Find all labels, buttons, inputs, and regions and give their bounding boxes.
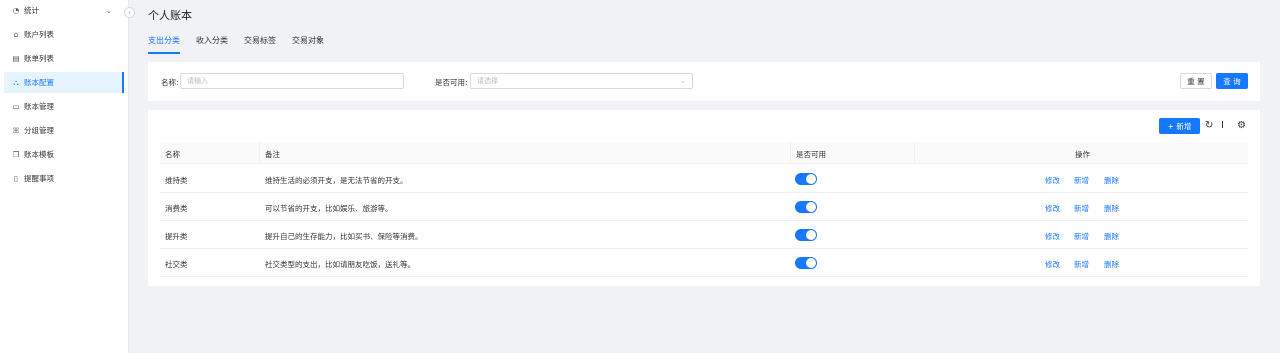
sidebar-item-bills[interactable]: ▤ 账单列表: [4, 48, 124, 69]
name-filter-label: 名称:: [161, 78, 179, 87]
density-icon[interactable]: Ι: [1221, 120, 1224, 131]
sidebar-item-label: 分组管理: [24, 126, 54, 135]
sidebar-item-label: 账本配置: [24, 78, 54, 87]
column-divider: [914, 142, 915, 164]
column-divider: [790, 142, 791, 164]
column-divider: [259, 142, 260, 164]
chevron-down-icon: ⌄: [106, 7, 112, 15]
settings-icon[interactable]: ⚙: [1237, 120, 1246, 131]
chevron-down-icon: ⌄: [680, 77, 686, 85]
table-row: 维持类 维持生活的必须开支，是无法节省的开支。 修改 新增 删除: [160, 165, 1248, 193]
sidebar-item-reminders[interactable]: ▯ 提醒事项: [4, 168, 124, 189]
sidebar-item-book-config[interactable]: ⛬ 账本配置: [4, 72, 124, 93]
add-link[interactable]: 新增: [1074, 203, 1089, 214]
column-header-remark: 备注: [265, 150, 280, 159]
enabled-filter-label: 是否可用:: [435, 78, 468, 87]
enabled-toggle[interactable]: [795, 257, 817, 269]
table-row: 提升类 提升自己的生存能力，比如买书、保险等消费。 修改 新增 删除: [160, 221, 1248, 249]
delete-link[interactable]: 删除: [1104, 175, 1119, 186]
toggle-knob: [806, 258, 816, 268]
row-remark: 社交类型的支出，比如请朋友吃饭，送礼等。: [265, 260, 415, 269]
delete-link[interactable]: 删除: [1104, 203, 1119, 214]
sidebar-item-label: 统计: [24, 6, 39, 15]
reminder-icon: ▯: [13, 174, 19, 183]
sidebar-item-book-manage[interactable]: ▭ 账本管理: [4, 96, 124, 117]
edit-link[interactable]: 修改: [1045, 259, 1060, 270]
enabled-filter-placeholder: 请选择: [477, 77, 498, 85]
add-link[interactable]: 新增: [1074, 259, 1089, 270]
tab-transaction-objects[interactable]: 交易对象: [292, 35, 324, 54]
sidebar-item-label: 提醒事项: [24, 174, 54, 183]
sidebar-item-label: 账户列表: [24, 30, 54, 39]
row-name: 提升类: [165, 232, 188, 241]
row-remark: 维持生活的必须开支，是无法节省的开支。: [265, 176, 408, 185]
add-link[interactable]: 新增: [1074, 175, 1089, 186]
sidebar-item-stats[interactable]: ◔ 统计 ⌄: [4, 0, 124, 21]
folder-icon: ▭: [12, 102, 20, 111]
bank-icon: ⌂: [13, 30, 19, 39]
filter-panel: 名称: 请输入 是否可用: 请选择 ⌄ 重 置 查 询: [148, 62, 1260, 101]
add-link[interactable]: 新增: [1074, 231, 1089, 242]
edit-link[interactable]: 修改: [1045, 231, 1060, 242]
delete-link[interactable]: 删除: [1104, 231, 1119, 242]
edit-link[interactable]: 修改: [1045, 203, 1060, 214]
reload-icon[interactable]: ↻: [1205, 120, 1213, 131]
sidebar-item-label: 账本模板: [24, 150, 54, 159]
column-header-name: 名称: [165, 150, 180, 159]
column-header-enabled: 是否可用: [796, 150, 826, 159]
bill-icon: ▤: [12, 54, 20, 63]
enabled-toggle[interactable]: [795, 201, 817, 213]
team-icon: ꕤ: [12, 125, 20, 135]
enabled-filter-select[interactable]: 请选择 ⌄: [470, 73, 693, 89]
toggle-knob: [806, 202, 816, 212]
table-panel: + 新增 ↻ Ι ⚙ 名称 备注 是否可用 操作 维持类 维持生活的必须开支，是…: [148, 110, 1260, 286]
tab-expense-category[interactable]: 支出分类: [148, 35, 180, 54]
tab-transaction-tags[interactable]: 交易标签: [244, 35, 276, 54]
add-category-button[interactable]: + 新增: [1159, 118, 1200, 134]
row-remark: 提升自己的生存能力，比如买书、保险等消费。: [265, 232, 423, 241]
copy-icon: ❐: [12, 150, 20, 159]
name-filter-input[interactable]: 请输入: [180, 73, 404, 89]
table-header: 名称 备注 是否可用 操作: [160, 142, 1248, 164]
sidebar-item-label: 账单列表: [24, 54, 54, 63]
sidebar-item-groups[interactable]: ꕤ 分组管理: [4, 120, 124, 141]
query-button[interactable]: 查 询: [1216, 73, 1248, 89]
sidebar-item-label: 账本管理: [24, 102, 54, 111]
cluster-icon: ⛬: [13, 77, 19, 87]
edit-link[interactable]: 修改: [1045, 175, 1060, 186]
enabled-toggle[interactable]: [795, 229, 817, 241]
chart-pie-icon: ◔: [12, 6, 20, 15]
row-name: 维持类: [165, 176, 188, 185]
column-header-actions: 操作: [1075, 150, 1090, 159]
table-row: 消费类 可以节省的开支，比如娱乐、旅游等。 修改 新增 删除: [160, 193, 1248, 221]
row-remark: 可以节省的开支，比如娱乐、旅游等。: [265, 204, 393, 213]
sidebar-item-accounts[interactable]: ⌂ 账户列表: [4, 24, 124, 45]
delete-link[interactable]: 删除: [1104, 259, 1119, 270]
sidebar-item-templates[interactable]: ❐ 账本模板: [4, 144, 124, 165]
tab-income-category[interactable]: 收入分类: [196, 35, 228, 54]
row-name: 消费类: [165, 204, 188, 213]
toggle-knob: [806, 174, 816, 184]
page-title: 个人账本: [148, 9, 192, 22]
table-row: 社交类 社交类型的支出，比如请朋友吃饭，送礼等。 修改 新增 删除: [160, 249, 1248, 277]
sidebar-collapse-button[interactable]: ‹: [124, 7, 135, 18]
toggle-knob: [806, 230, 816, 240]
enabled-toggle[interactable]: [795, 173, 817, 185]
reset-button[interactable]: 重 置: [1180, 73, 1212, 89]
sidebar: ◔ 统计 ⌄ ⌂ 账户列表 ▤ 账单列表 ⛬ 账本配置 ▭ 账本管理 ꕤ 分组管…: [0, 0, 129, 353]
row-name: 社交类: [165, 260, 188, 269]
tab-bar: 支出分类 收入分类 交易标签 交易对象: [148, 35, 340, 54]
